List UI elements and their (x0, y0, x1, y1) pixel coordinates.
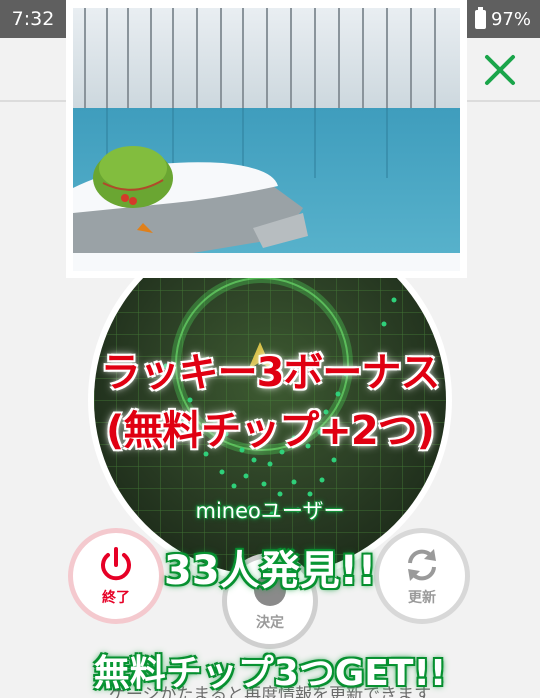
scenic-photo (66, 0, 467, 278)
user-type-label: mineoユーザー (195, 499, 345, 523)
bonus-title: ラッキー3ボーナス (100, 350, 441, 396)
status-time: 7:32 (0, 0, 66, 38)
bonus-subtitle: (無料チップ+2つ) (106, 408, 435, 454)
status-battery: 97% (466, 0, 540, 38)
decide-button-label: 決定 (256, 615, 284, 631)
battery-icon (474, 6, 486, 29)
found-count: 33人発見!! (163, 548, 377, 594)
close-x-icon (485, 55, 515, 85)
battery-percent: 97% (490, 8, 531, 30)
photo-image (73, 8, 460, 271)
close-button[interactable] (482, 52, 518, 88)
reward-text: 無料チップ3つGET!! (93, 653, 447, 694)
